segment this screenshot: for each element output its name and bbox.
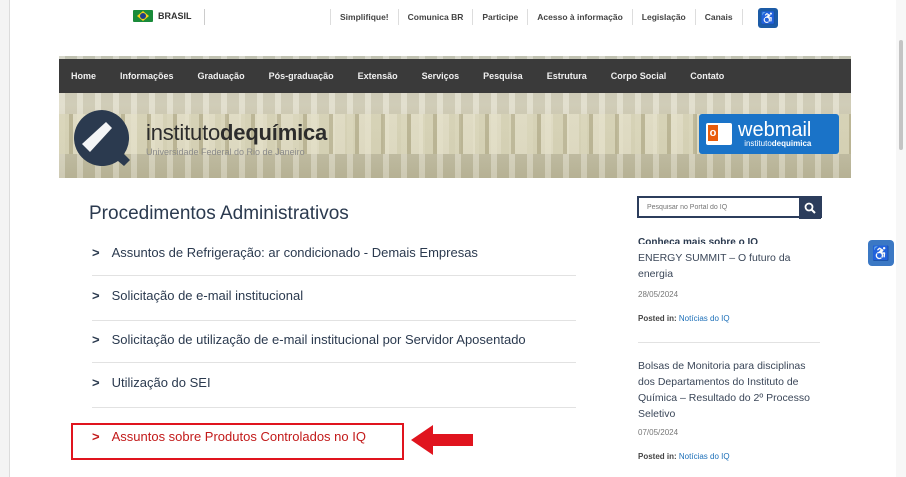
site-name: institutodequímica	[146, 120, 327, 146]
brand-name-bold: química	[245, 119, 328, 145]
gov-link-comunica[interactable]: Comunica BR	[399, 9, 474, 25]
nav-item-contato[interactable]: Contato	[678, 71, 736, 81]
divider	[92, 275, 576, 276]
gov-link-participe[interactable]: Participe	[473, 9, 529, 25]
search-box	[637, 196, 822, 219]
iq-logo-icon	[72, 108, 132, 168]
nav-item-home[interactable]: Home	[59, 71, 108, 81]
webmail-sub-bold: dequimica	[771, 139, 812, 148]
chevron-right-icon: >	[92, 245, 100, 260]
gov-brasil-link[interactable]: BRASIL	[133, 10, 192, 22]
search-button[interactable]	[799, 197, 821, 219]
post-date: 28/05/2024	[638, 290, 679, 299]
webmail-sub-light: instituto	[744, 139, 772, 148]
nav-item-corpo-social[interactable]: Corpo Social	[599, 71, 679, 81]
gov-country-label: BRASIL	[158, 11, 192, 21]
nav-item-estrutura[interactable]: Estrutura	[535, 71, 599, 81]
posted-in-label: Posted in:	[638, 314, 677, 323]
site-subtitle: Universidade Federal do Rio de Janeiro	[146, 146, 305, 157]
list-item[interactable]: > Solicitação de utilização de e-mail in…	[92, 332, 576, 347]
divider	[92, 320, 576, 321]
category-link[interactable]: Notícias do IQ	[679, 452, 730, 461]
webmail-button[interactable]: webmail institutodequimica	[699, 114, 839, 154]
red-arrow-icon	[411, 425, 473, 455]
post-date: 07/05/2024	[638, 428, 679, 437]
page-title: Procedimentos Administrativos	[89, 203, 349, 224]
accessibility-icon[interactable]: ♿	[758, 8, 778, 28]
sidebar-section-title: Conheça mais sobre o IQ	[638, 237, 759, 244]
nav-item-pesquisa[interactable]: Pesquisa	[471, 71, 535, 81]
gov-link-legislacao[interactable]: Legislação	[633, 9, 696, 25]
gov-link-canais[interactable]: Canais	[696, 9, 743, 25]
post-title-link[interactable]: ENERGY SUMMIT – O futuro da energia	[638, 250, 818, 282]
search-input[interactable]	[639, 198, 799, 216]
gov-link-acesso[interactable]: Acesso à informação	[528, 9, 633, 25]
nav-item-pos-graduacao[interactable]: Pós-graduação	[257, 71, 346, 81]
webmail-label: webmail	[738, 119, 812, 141]
post-category: Posted in: Notícias do IQ	[638, 314, 730, 323]
main-nav: Home Informações Graduação Pós-graduação…	[59, 59, 851, 93]
list-item[interactable]: > Utilização do SEI	[92, 375, 576, 390]
list-item-label: Solicitação de e-mail institucional	[111, 288, 304, 303]
gov-bar: BRASIL Simplifique! Comunica BR Particip…	[0, 0, 906, 477]
gov-separator	[204, 9, 205, 25]
gov-links: Simplifique! Comunica BR Participe Acess…	[330, 9, 743, 25]
brand-name-part1: instituto	[146, 119, 221, 145]
webmail-sublabel: institutodequimica	[738, 140, 811, 148]
outlook-icon	[706, 123, 732, 145]
post-category: Posted in: Notícias do IQ	[638, 452, 730, 461]
gov-link-simplifique[interactable]: Simplifique!	[330, 9, 399, 25]
highlight-box	[71, 423, 404, 460]
site-logo[interactable]: institutodequímica Universidade Federal …	[72, 108, 327, 168]
search-icon	[804, 202, 816, 214]
list-item-label: Solicitação de utilização de e-mail inst…	[111, 332, 526, 347]
chevron-right-icon: >	[92, 375, 100, 390]
list-item[interactable]: > Assuntos de Refrigeração: ar condicion…	[92, 245, 576, 260]
category-link[interactable]: Notícias do IQ	[679, 314, 730, 323]
posted-in-label: Posted in:	[638, 452, 677, 461]
divider	[92, 407, 576, 408]
sidebar-divider	[638, 342, 820, 343]
list-item[interactable]: > Solicitação de e-mail institucional	[92, 288, 576, 303]
brazil-flag-icon	[133, 10, 153, 22]
nav-item-extensao[interactable]: Extensão	[346, 71, 410, 81]
list-item-label: Utilização do SEI	[111, 375, 211, 390]
nav-item-graduacao[interactable]: Graduação	[186, 71, 257, 81]
scrollbar[interactable]	[896, 0, 906, 477]
post-title-link[interactable]: Bolsas de Monitoria para disciplinas dos…	[638, 358, 818, 422]
brand-name-part2: de	[220, 119, 246, 145]
chevron-right-icon: >	[92, 332, 100, 347]
nav-item-informacoes[interactable]: Informações	[108, 71, 186, 81]
left-border	[0, 0, 10, 477]
chevron-right-icon: >	[92, 288, 100, 303]
nav-item-servicos[interactable]: Serviços	[410, 71, 472, 81]
accessibility-widget-icon[interactable]: ♿	[868, 240, 894, 266]
list-item-label: Assuntos de Refrigeração: ar condicionad…	[111, 245, 478, 260]
divider	[92, 362, 576, 363]
